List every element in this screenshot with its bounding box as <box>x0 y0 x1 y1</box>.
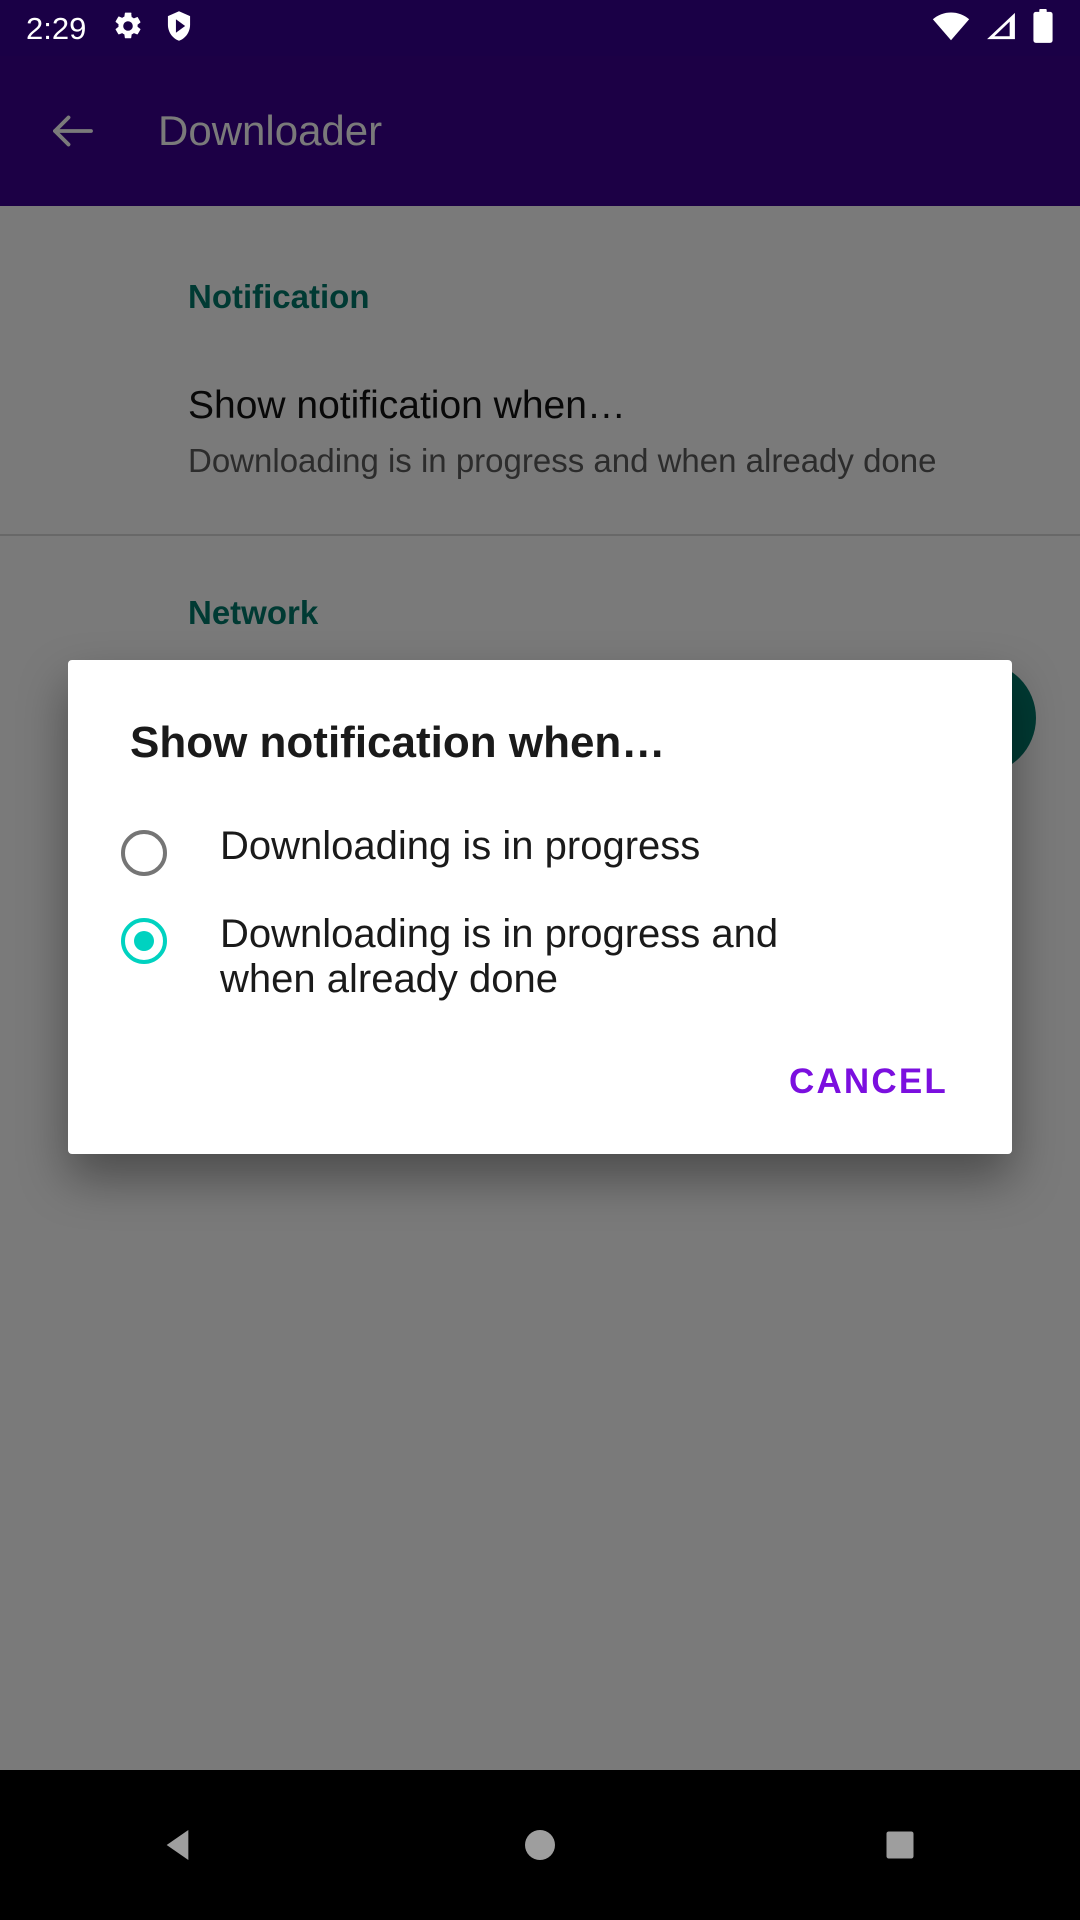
radio-option-label: Downloading is in progress and when alre… <box>220 912 779 1001</box>
system-nav-bar <box>0 1770 1080 1920</box>
status-clock: 2:29 <box>26 10 87 46</box>
shield-play-icon <box>164 10 194 47</box>
radio-unchecked-icon[interactable] <box>121 830 167 876</box>
dialog-title: Show notification when… <box>130 718 666 767</box>
radio-checked-icon[interactable] <box>121 918 167 964</box>
android-screen: Notification Show notification when… Dow… <box>0 0 1080 1920</box>
gear-icon <box>112 10 144 47</box>
home-nav-icon[interactable] <box>465 1770 615 1920</box>
wifi-icon <box>932 11 970 46</box>
radio-button-wrap <box>68 824 220 876</box>
status-bar: 2:29 <box>0 0 1080 56</box>
notification-choice-dialog: Show notification when… Downloading is i… <box>68 660 1012 1154</box>
status-left-icons <box>112 10 194 47</box>
radio-option-label: Downloading is in progress <box>220 824 701 868</box>
radio-button-wrap <box>68 912 220 964</box>
back-nav-icon[interactable] <box>105 1770 255 1920</box>
status-right-icons <box>932 8 1054 48</box>
cell-signal-icon <box>984 10 1018 47</box>
dialog-actions: CANCEL <box>68 1020 1012 1154</box>
radio-group: Downloading is in progress Downloading i… <box>68 768 1012 1020</box>
battery-icon <box>1032 8 1054 48</box>
radio-option-in-progress-and-done[interactable]: Downloading is in progress and when alre… <box>68 894 1012 1020</box>
recents-nav-icon[interactable] <box>825 1770 975 1920</box>
radio-option-in-progress[interactable]: Downloading is in progress <box>68 806 1012 894</box>
cancel-button[interactable]: CANCEL <box>783 1054 954 1110</box>
